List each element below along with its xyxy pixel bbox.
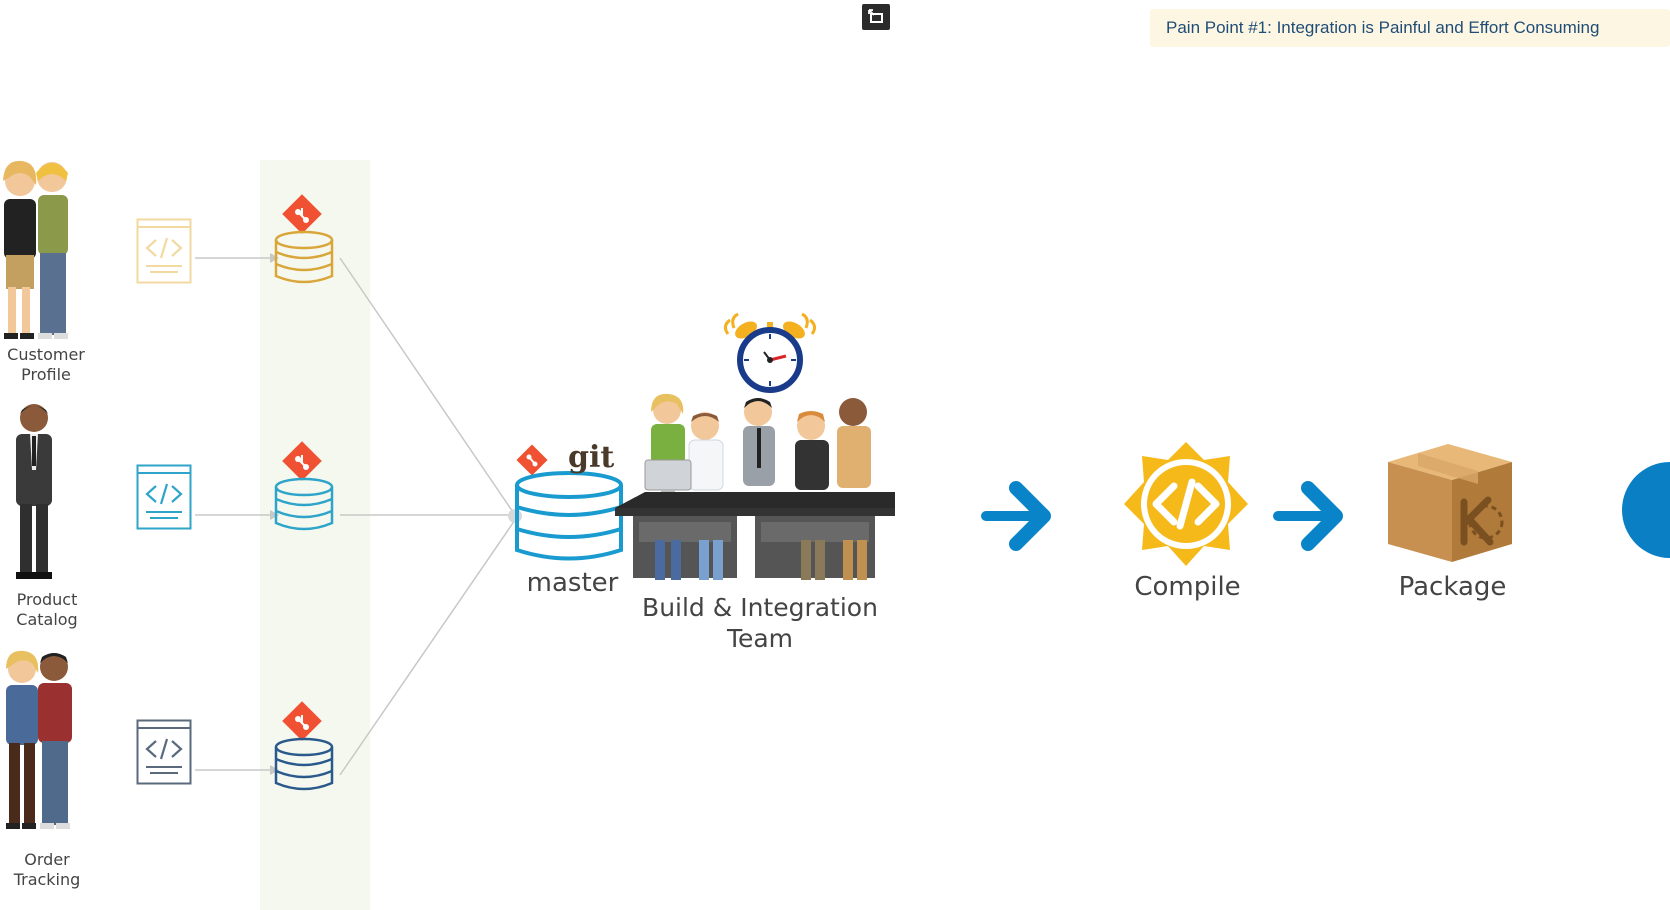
alarm-clock-icon (723, 312, 817, 393)
arrow-to-compile-icon (981, 481, 1051, 551)
repo-to-master-line-1 (339, 257, 516, 516)
product-catalog-person-icon (16, 404, 52, 579)
customer-profile-code-icon (136, 218, 192, 284)
order-tracking-label: Order Tracking (13, 850, 81, 889)
compile-icon (1124, 442, 1248, 566)
package-label: Package (1398, 572, 1507, 602)
build-integration-team-icon (615, 393, 895, 580)
customer-profile-people-icon (3, 160, 68, 339)
next-stage-partial-icon (1622, 462, 1670, 558)
product-catalog-code-icon (136, 464, 192, 530)
git-label: git (568, 440, 615, 475)
build-team-label: Build & Integration Team (642, 593, 878, 653)
customer-profile-repo-icon (274, 194, 334, 284)
arrow-to-package-icon (1273, 481, 1343, 551)
product-catalog-repo-icon (274, 441, 334, 531)
compile-label: Compile (1134, 572, 1241, 602)
customer-profile-label: Customer Profile (7, 345, 85, 384)
repo-to-master-line-3 (339, 519, 516, 776)
order-tracking-repo-icon (274, 701, 334, 791)
order-tracking-people-icon (6, 650, 72, 829)
package-icon (1388, 444, 1512, 562)
order-tracking-code-icon (136, 719, 192, 785)
product-catalog-label: Product Catalog (16, 590, 78, 629)
